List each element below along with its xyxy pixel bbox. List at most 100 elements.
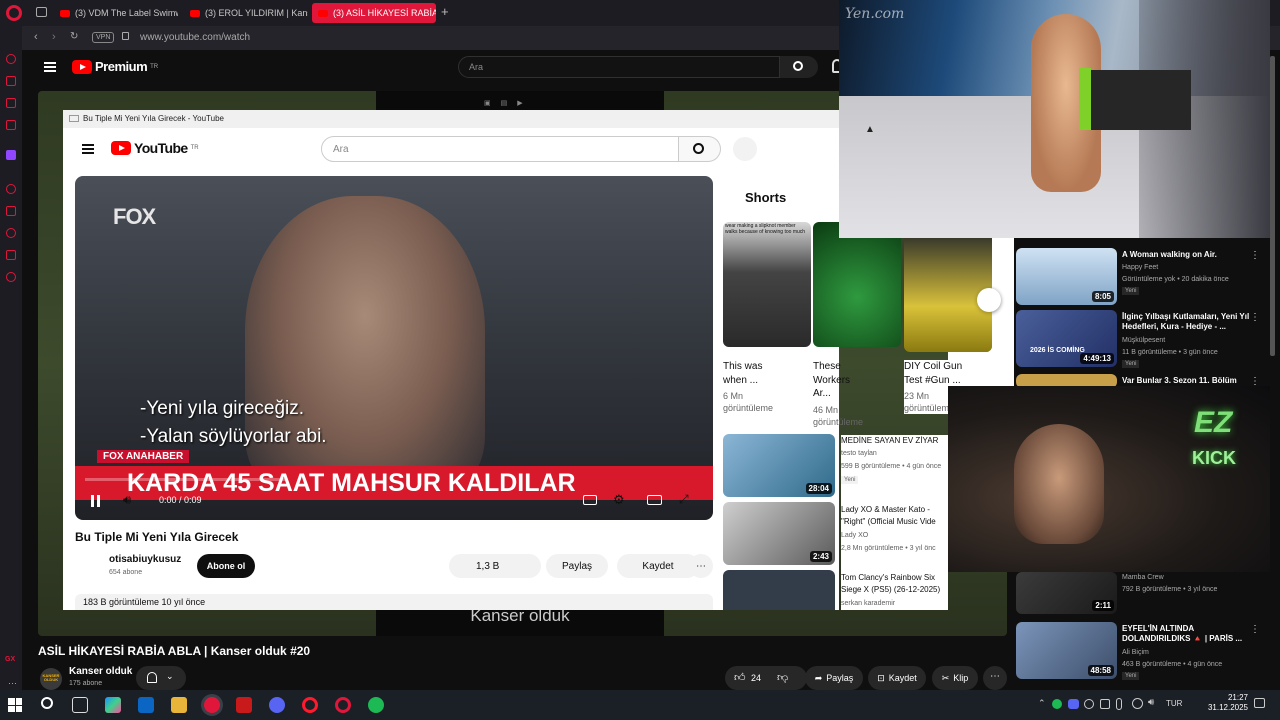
next-icon[interactable]: ▶	[517, 99, 522, 107]
short-info[interactable]: DIY Coil Gun Test #Gun ... 23 Mn görüntülem…	[904, 360, 962, 415]
popup-yt-logo[interactable]: YouTube TR	[111, 140, 199, 156]
popup-search-input[interactable]: Ara	[321, 136, 679, 162]
page-scrollbar[interactable]	[1270, 56, 1275, 356]
wallet-icon[interactable]	[6, 98, 16, 108]
task-view-icon[interactable]	[72, 697, 88, 713]
settings-gear-icon[interactable]: ⚙	[613, 492, 625, 508]
windows-start-icon[interactable]	[8, 698, 22, 712]
rec-channel[interactable]: Happy Feet	[1122, 264, 1158, 271]
fullscreen-icon[interactable]: ⤢	[679, 492, 689, 507]
search-icon[interactable]	[41, 697, 53, 709]
settings-icon[interactable]	[6, 272, 16, 282]
workspaces-icon[interactable]	[36, 7, 47, 17]
opera-icon[interactable]	[302, 697, 318, 713]
player-icon[interactable]	[6, 184, 16, 194]
more-actions-button[interactable]: ⋯	[983, 666, 1007, 690]
tray-discord-icon[interactable]	[1068, 699, 1079, 709]
notification-center-icon[interactable]	[1254, 698, 1265, 708]
popup-video-player[interactable]: FOX -Yeni yıla gireceğiz. -Yalan söylüyo…	[75, 176, 713, 520]
progress-bar[interactable]	[85, 478, 285, 481]
new-tab-plus-icon[interactable]: +	[441, 4, 449, 19]
share-button[interactable]: Paylaş	[546, 554, 608, 578]
outlook-icon[interactable]	[138, 697, 154, 713]
rec-more-icon[interactable]: ⋮	[1250, 250, 1260, 261]
short-thumbnail[interactable]	[813, 222, 901, 347]
volume-icon[interactable]: 🔊︎	[123, 492, 131, 508]
rec-thumbnail[interactable]: 48:58	[1016, 622, 1117, 679]
rec-title[interactable]: Var Bunlar 3. Sezon 11. Bölüm	[1122, 376, 1250, 385]
rec-title[interactable]: Tom Clancy's Rainbow Six Siege X (PS5) (…	[841, 572, 948, 595]
tray-app-icon[interactable]	[1100, 699, 1110, 709]
channel-avatar[interactable]: KANSER OLDUK	[40, 668, 62, 690]
speaker-icon[interactable]: 🔊︎	[1148, 697, 1154, 708]
mini-icon[interactable]: ▤	[501, 99, 508, 107]
microphone-icon[interactable]	[1116, 698, 1122, 710]
twitch-icon[interactable]	[6, 150, 16, 160]
rec-channel[interactable]: Lady XO	[841, 532, 868, 539]
url-field[interactable]: www.youtube.com/watch	[140, 32, 250, 43]
reload-icon[interactable]: ↻	[70, 31, 78, 42]
history-icon[interactable]	[6, 228, 16, 238]
file-explorer-icon[interactable]	[171, 697, 187, 713]
gx-icon[interactable]: GX	[5, 656, 15, 663]
rec-title[interactable]: İlginç Yılbaşı Kutlamaları, Yeni Yıl Hed…	[1122, 312, 1250, 333]
rec-more-icon[interactable]: ⋮	[1250, 312, 1260, 323]
back-icon[interactable]: ‹	[34, 31, 38, 43]
video-editor-icon[interactable]	[236, 697, 252, 713]
rec-more-icon[interactable]: ⋮	[1250, 624, 1260, 635]
tab-vdm[interactable]: (3) VDM The Label Swimw	[54, 3, 178, 23]
tray-steam-icon[interactable]	[1084, 699, 1094, 709]
rec-title[interactable]: Lady XO & Master Kato - "Right" (Officia…	[841, 504, 948, 527]
bag-icon[interactable]	[6, 76, 16, 86]
search-button[interactable]	[780, 56, 818, 78]
spotify-icon[interactable]	[368, 697, 384, 713]
rec-channel[interactable]: Ali Biçim	[1122, 649, 1149, 656]
rec-thumbnail[interactable]	[723, 570, 835, 610]
avatar[interactable]	[733, 137, 757, 161]
discord-icon[interactable]	[269, 697, 285, 713]
tab-asil-active[interactable]: (3) ASİL HİKAYESİ RABİA A	[312, 3, 436, 23]
rec-thumbnail[interactable]: 2:43	[723, 502, 835, 565]
rec-channel[interactable]: serkan karademir	[841, 600, 895, 607]
like-button[interactable]: 1,3 B	[449, 554, 541, 578]
opera-gx-icon[interactable]	[335, 697, 351, 713]
save-button[interactable]: Kaydet	[617, 554, 699, 578]
rec-channel[interactable]: Müşkülpesent	[1122, 337, 1165, 344]
subscribed-button[interactable]: ⌄	[136, 666, 186, 690]
copilot-icon[interactable]	[105, 697, 121, 713]
yt-premium-logo[interactable]: Premium TR	[72, 59, 158, 74]
popup-titlebar[interactable]: Bu Tiple Mi Yeni Yıla Girecek - YouTube	[63, 110, 839, 128]
vpn-badge[interactable]: VPN	[92, 32, 115, 43]
shorts-next-button[interactable]	[977, 288, 1001, 312]
forward-icon[interactable]: ›	[52, 31, 56, 43]
rec-thumbnail[interactable]: 2:11	[1016, 572, 1117, 614]
menu-icon[interactable]	[44, 60, 56, 74]
channel-name[interactable]: Kanser olduk	[69, 666, 132, 677]
network-icon[interactable]	[1132, 698, 1143, 709]
rec-channel[interactable]: testo taylan	[841, 450, 877, 457]
clip-button[interactable]: ✂ Klip	[932, 666, 978, 690]
opera-gx-taskbar-icon[interactable]	[204, 697, 220, 713]
rec-thumbnail[interactable]: 2026 İS COMİNG 4:49:13	[1016, 310, 1117, 367]
clock[interactable]: 21:27 31.12.2025	[1204, 693, 1248, 714]
more-actions-button[interactable]: ⋯	[689, 554, 713, 578]
rec-title[interactable]: EYFEL'İN ALTINDA DOLANDIRILDIKS 🔺 | PARİ…	[1122, 624, 1250, 645]
pause-icon[interactable]	[89, 494, 103, 508]
save-button[interactable]: ⊡ Kaydet	[868, 666, 926, 690]
rec-thumbnail[interactable]: 8:05	[1016, 248, 1117, 305]
language-indicator[interactable]: TUR	[1166, 699, 1182, 708]
subscribe-button[interactable]: Abone ol	[197, 554, 255, 578]
channel-avatar[interactable]	[75, 554, 103, 582]
tray-spotify-icon[interactable]	[1052, 699, 1062, 709]
description-box[interactable]: 183 B görüntüleme 10 yıl önce	[75, 594, 713, 610]
theater-icon[interactable]	[647, 495, 662, 505]
dislike-icon[interactable]: 👎︎	[777, 671, 788, 684]
opera-logo-icon[interactable]	[6, 5, 22, 21]
short-info[interactable]: This was when ... 6 Mn görüntüleme	[723, 360, 773, 414]
rec-thumbnail[interactable]: 28:04	[723, 434, 835, 497]
search-input[interactable]: Ara	[458, 56, 780, 78]
share-button[interactable]: ➦ Paylaş	[805, 666, 863, 690]
messenger-icon[interactable]	[6, 54, 16, 64]
news-icon[interactable]	[6, 120, 16, 130]
popup-menu-icon[interactable]	[82, 142, 94, 156]
